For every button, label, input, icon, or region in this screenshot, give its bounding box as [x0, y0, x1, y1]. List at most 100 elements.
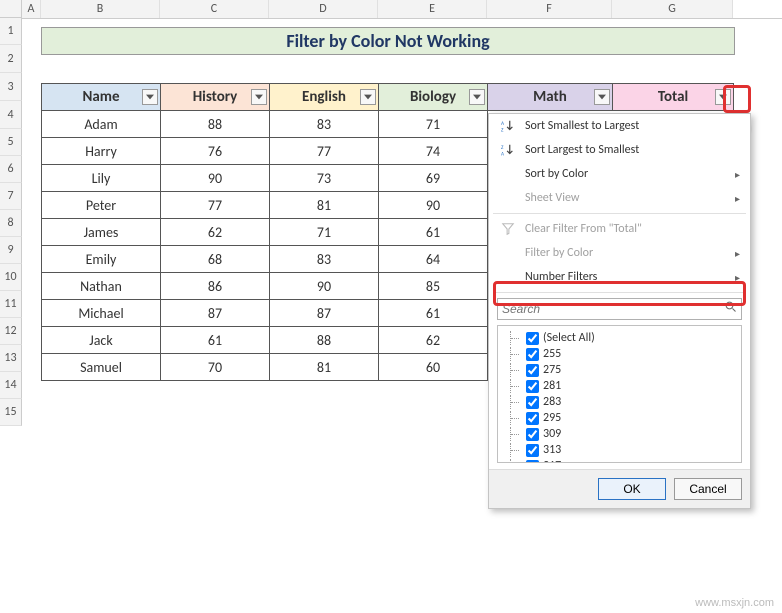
cell-history[interactable]: 76	[161, 138, 270, 165]
cell-english[interactable]: 83	[270, 246, 379, 273]
filter-dropdown-icon[interactable]	[594, 89, 610, 105]
check-value[interactable]: 283	[502, 394, 737, 410]
menu-sort-by-color[interactable]: Sort by Color ▸	[489, 162, 750, 186]
check-value[interactable]: 317	[502, 458, 737, 463]
row-header-15[interactable]: 15	[0, 399, 22, 426]
filter-search-box[interactable]	[497, 298, 742, 320]
cell-history[interactable]: 61	[161, 327, 270, 354]
checkbox[interactable]	[526, 444, 539, 457]
checkbox[interactable]	[526, 396, 539, 409]
cell-name[interactable]: Emily	[42, 246, 161, 273]
row-header-11[interactable]: 11	[0, 291, 22, 318]
cell-biology[interactable]: 61	[379, 219, 488, 246]
col-header-b[interactable]: B	[41, 0, 160, 18]
header-total[interactable]: Total	[613, 84, 734, 111]
col-header-g[interactable]: G	[612, 0, 733, 18]
cell-name[interactable]: James	[42, 219, 161, 246]
row-header-1[interactable]: 1	[0, 18, 22, 45]
checkbox[interactable]	[526, 412, 539, 425]
header-name[interactable]: Name	[42, 84, 161, 111]
row-header-8[interactable]: 8	[0, 210, 22, 237]
checkbox[interactable]	[526, 348, 539, 361]
cell-english[interactable]: 81	[270, 354, 379, 381]
cell-name[interactable]: Peter	[42, 192, 161, 219]
checkbox[interactable]	[526, 460, 539, 464]
check-value[interactable]: 255	[502, 346, 737, 362]
cell-name[interactable]: Michael	[42, 300, 161, 327]
cell-biology[interactable]: 90	[379, 192, 488, 219]
filter-dropdown-icon[interactable]	[469, 89, 485, 105]
cell-biology[interactable]: 61	[379, 300, 488, 327]
menu-number-filters[interactable]: Number Filters ▸	[489, 265, 750, 289]
col-header-e[interactable]: E	[378, 0, 487, 18]
check-value[interactable]: 313	[502, 442, 737, 458]
filter-dropdown-icon[interactable]	[142, 89, 158, 105]
row-header-10[interactable]: 10	[0, 264, 22, 291]
cell-history[interactable]: 90	[161, 165, 270, 192]
row-header-3[interactable]: 3	[0, 73, 22, 101]
col-header-f[interactable]: F	[487, 0, 612, 18]
check-value[interactable]: 275	[502, 362, 737, 378]
checkbox[interactable]	[526, 380, 539, 393]
row-header-13[interactable]: 13	[0, 345, 22, 372]
cell-name[interactable]: Samuel	[42, 354, 161, 381]
cell-name[interactable]: Nathan	[42, 273, 161, 300]
header-biology[interactable]: Biology	[379, 84, 488, 111]
cell-english[interactable]: 88	[270, 327, 379, 354]
cell-english[interactable]: 81	[270, 192, 379, 219]
header-math[interactable]: Math	[488, 84, 613, 111]
cell-english[interactable]: 71	[270, 219, 379, 246]
row-header-4[interactable]: 4	[0, 101, 22, 129]
cell-english[interactable]: 73	[270, 165, 379, 192]
col-header-c[interactable]: C	[160, 0, 269, 18]
check-select-all[interactable]: (Select All)	[502, 330, 737, 346]
filter-dropdown-icon[interactable]	[715, 89, 731, 105]
cell-name[interactable]: Jack	[42, 327, 161, 354]
cancel-button[interactable]: Cancel	[674, 478, 742, 500]
cell-biology[interactable]: 69	[379, 165, 488, 192]
cell-english[interactable]: 83	[270, 111, 379, 138]
filter-dropdown-icon[interactable]	[360, 89, 376, 105]
cell-english[interactable]: 87	[270, 300, 379, 327]
checkbox[interactable]	[526, 428, 539, 441]
cell-english[interactable]: 90	[270, 273, 379, 300]
col-header-d[interactable]: D	[269, 0, 378, 18]
cell-biology[interactable]: 64	[379, 246, 488, 273]
cell-history[interactable]: 70	[161, 354, 270, 381]
header-english[interactable]: English	[270, 84, 379, 111]
cell-history[interactable]: 88	[161, 111, 270, 138]
check-value[interactable]: 295	[502, 410, 737, 426]
row-header-12[interactable]: 12	[0, 318, 22, 345]
cell-biology[interactable]: 74	[379, 138, 488, 165]
cell-history[interactable]: 62	[161, 219, 270, 246]
row-header-9[interactable]: 9	[0, 237, 22, 264]
row-header-14[interactable]: 14	[0, 372, 22, 399]
row-header-5[interactable]: 5	[0, 129, 22, 156]
ok-button[interactable]: OK	[598, 478, 666, 500]
header-history[interactable]: History	[161, 84, 270, 111]
cell-history[interactable]: 87	[161, 300, 270, 327]
menu-sort-desc[interactable]: ZA Sort Largest to Smallest	[489, 138, 750, 162]
check-value[interactable]: 309	[502, 426, 737, 442]
filter-value-list[interactable]: (Select All) 255275281283295309313317	[497, 325, 742, 463]
cell-biology[interactable]: 85	[379, 273, 488, 300]
cell-name[interactable]: Lily	[42, 165, 161, 192]
cell-english[interactable]: 77	[270, 138, 379, 165]
cell-history[interactable]: 68	[161, 246, 270, 273]
check-value[interactable]: 281	[502, 378, 737, 394]
cell-history[interactable]: 86	[161, 273, 270, 300]
checkbox[interactable]	[526, 364, 539, 377]
col-header-a[interactable]: A	[22, 0, 41, 18]
row-header-2[interactable]: 2	[0, 45, 22, 73]
filter-search-input[interactable]	[502, 302, 725, 316]
cell-history[interactable]: 77	[161, 192, 270, 219]
cell-name[interactable]: Harry	[42, 138, 161, 165]
cell-name[interactable]: Adam	[42, 111, 161, 138]
row-header-7[interactable]: 7	[0, 183, 22, 210]
cell-biology[interactable]: 71	[379, 111, 488, 138]
select-all-corner[interactable]	[0, 0, 22, 18]
cell-biology[interactable]: 60	[379, 354, 488, 381]
checkbox[interactable]	[526, 332, 539, 345]
filter-dropdown-icon[interactable]	[251, 89, 267, 105]
row-header-6[interactable]: 6	[0, 156, 22, 183]
